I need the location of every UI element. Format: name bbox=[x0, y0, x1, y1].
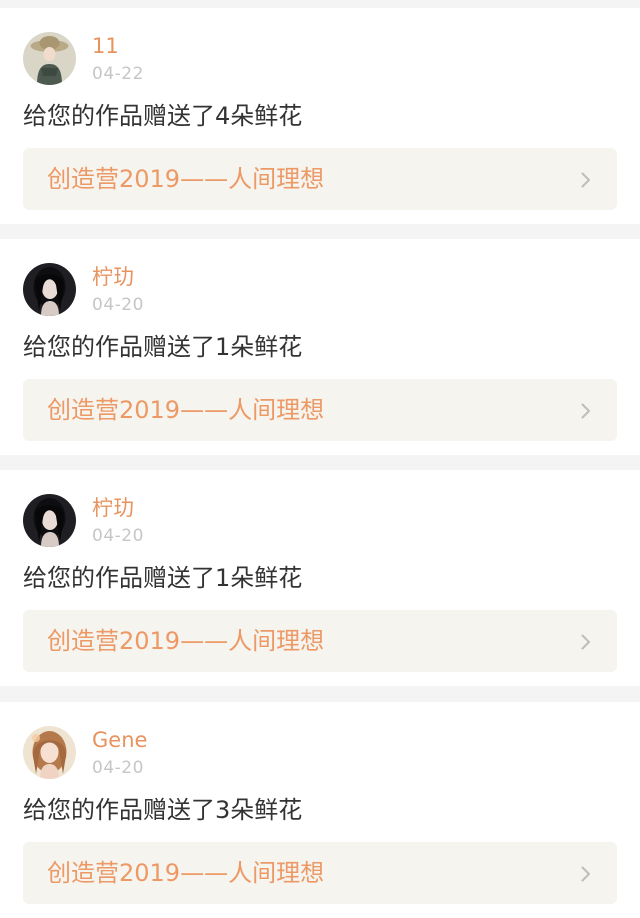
work-title: 创造营2019——人间理想 bbox=[47, 396, 325, 424]
avatar[interactable] bbox=[23, 32, 76, 85]
notification-card: 柠玏 04-20 给您的作品赠送了1朵鲜花 创造营2019——人间理想 bbox=[0, 239, 640, 455]
chevron-right-icon bbox=[581, 634, 591, 650]
work-title: 创造营2019——人间理想 bbox=[47, 165, 325, 193]
avatar[interactable] bbox=[23, 494, 76, 547]
gift-message: 给您的作品赠送了4朵鲜花 bbox=[23, 102, 303, 130]
timestamp: 04-22 bbox=[92, 64, 144, 84]
work-link[interactable]: 创造营2019——人间理想 bbox=[23, 148, 617, 210]
gift-message: 给您的作品赠送了1朵鲜花 bbox=[23, 564, 303, 592]
work-title: 创造营2019——人间理想 bbox=[47, 859, 325, 887]
notification-card: 11 04-22 给您的作品赠送了4朵鲜花 创造营2019——人间理想 bbox=[0, 8, 640, 224]
username[interactable]: 柠玏 bbox=[92, 495, 134, 521]
avatar-girl-hat-icon bbox=[23, 32, 76, 85]
gift-message: 给您的作品赠送了3朵鲜花 bbox=[23, 796, 303, 824]
gift-notification-feed: 11 04-22 给您的作品赠送了4朵鲜花 创造营2019——人间理想 柠玏 0… bbox=[0, 0, 640, 918]
work-title: 创造营2019——人间理想 bbox=[47, 627, 325, 655]
username[interactable]: 柠玏 bbox=[92, 264, 134, 290]
work-link[interactable]: 创造营2019——人间理想 bbox=[23, 842, 617, 904]
timestamp: 04-20 bbox=[92, 526, 144, 546]
gift-message: 给您的作品赠送了1朵鲜花 bbox=[23, 333, 303, 361]
timestamp: 04-20 bbox=[92, 758, 144, 778]
avatar-dark-hair-icon bbox=[23, 494, 76, 547]
username[interactable]: Gene bbox=[92, 727, 147, 753]
timestamp: 04-20 bbox=[92, 295, 144, 315]
avatar-light-hair-icon bbox=[23, 726, 76, 779]
chevron-right-icon bbox=[581, 172, 591, 188]
notification-card: 柠玏 04-20 给您的作品赠送了1朵鲜花 创造营2019——人间理想 bbox=[0, 470, 640, 686]
avatar[interactable] bbox=[23, 263, 76, 316]
notification-card: Gene 04-20 给您的作品赠送了3朵鲜花 创造营2019——人间理想 bbox=[0, 702, 640, 918]
chevron-right-icon bbox=[581, 403, 591, 419]
username[interactable]: 11 bbox=[92, 33, 119, 59]
chevron-right-icon bbox=[581, 866, 591, 882]
work-link[interactable]: 创造营2019——人间理想 bbox=[23, 610, 617, 672]
avatar[interactable] bbox=[23, 726, 76, 779]
work-link[interactable]: 创造营2019——人间理想 bbox=[23, 379, 617, 441]
avatar-dark-hair-icon bbox=[23, 263, 76, 316]
